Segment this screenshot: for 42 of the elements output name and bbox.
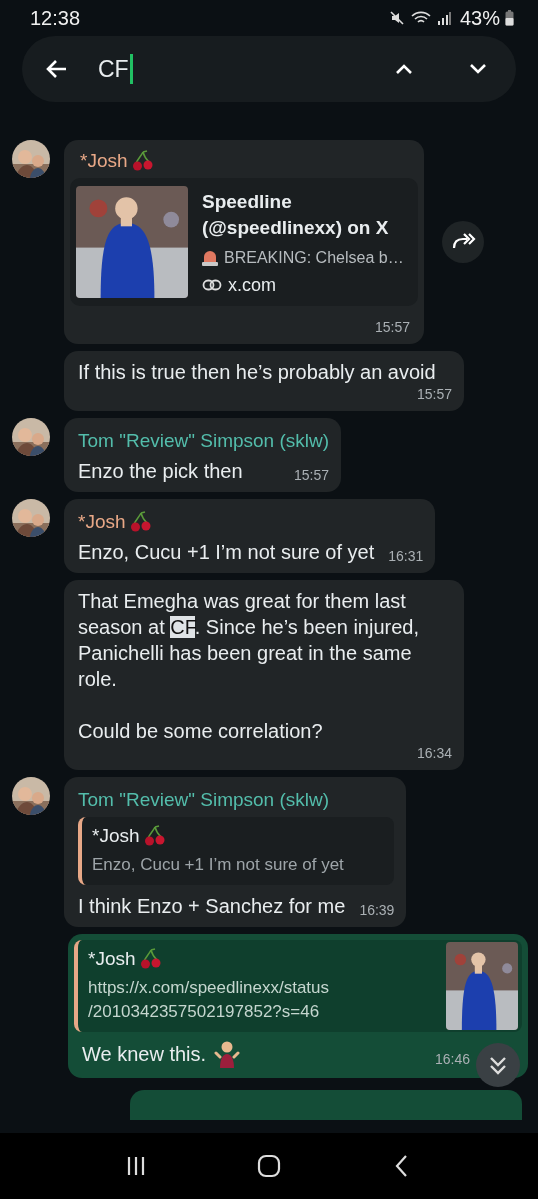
siren-icon — [202, 249, 218, 266]
preview-domain: x.com — [228, 274, 276, 296]
cherry-icon — [129, 511, 152, 533]
sender-name: Tom "Review" Simpson (sklw) — [78, 430, 330, 452]
signal-icon — [436, 10, 451, 26]
message-text: That Emegha was great for them last season at CF. Since he’s been injured, Panichelli has been great in the same role. Could be some correlation? — [78, 589, 420, 744]
mute-icon — [388, 10, 405, 26]
search-field[interactable]: CF — [98, 49, 340, 89]
quoted-sender: *Josh — [92, 825, 140, 847]
message-text: Enzo, Cucu +1 I’m not sure of yet — [78, 540, 375, 565]
cherry-icon — [131, 150, 154, 172]
clock-time: 12:38 — [30, 6, 81, 30]
message-text: We knew this. — [82, 1042, 207, 1067]
sender-name: Tom "Review" Simpson (sklw) — [78, 789, 330, 811]
quoted-sender: *Josh — [88, 948, 136, 970]
message-text: If this is true then he’s probably an avoid — [78, 360, 437, 385]
sender-name: *Josh — [78, 511, 126, 533]
battery-icon — [505, 10, 514, 26]
forward-icon[interactable] — [442, 221, 484, 263]
quoted-message[interactable]: *Josh https://x.com/speedlinexx/status/2010342357502197852?s=46 — [74, 940, 522, 1032]
quoted-text: Enzo, Cucu +1 I’m not sure of yet — [92, 854, 344, 876]
message-time: 15:57 — [294, 466, 330, 484]
battery-percent: 43% — [459, 6, 500, 30]
quoted-message[interactable]: *Josh Enzo, Cucu +1 I’m not sure of yet — [78, 817, 395, 885]
message-time: 16:46 — [434, 1050, 470, 1068]
message-time: 16:39 — [359, 901, 395, 919]
link-icon — [202, 278, 222, 292]
preview-title: Speedline (@speedlinexx) on X — [202, 189, 390, 240]
sender-name: *Josh — [80, 150, 128, 172]
message-time: 16:34 — [416, 744, 452, 762]
home-icon[interactable] — [257, 1154, 281, 1178]
message-text: I think Enzo + Sanchez for me — [78, 894, 346, 919]
preview-description: BREAKING: Chelsea b… — [224, 248, 404, 267]
message-text: Enzo the pick then — [78, 459, 244, 484]
message-time: 16:31 — [388, 547, 424, 565]
message-time: 15:57 — [374, 318, 410, 336]
cherry-icon — [143, 825, 166, 847]
quoted-text: https://x.com/speedlinexx/status/2010342357502197852?s=46 — [88, 977, 330, 1023]
cherry-icon — [139, 948, 162, 970]
scroll-down-icon[interactable] — [476, 1043, 520, 1087]
link-preview-card[interactable]: Speedline (@speedlinexx) on X BREAKING: Chelsea b… x.com — [70, 178, 418, 306]
message-time: 15:57 — [416, 385, 452, 403]
